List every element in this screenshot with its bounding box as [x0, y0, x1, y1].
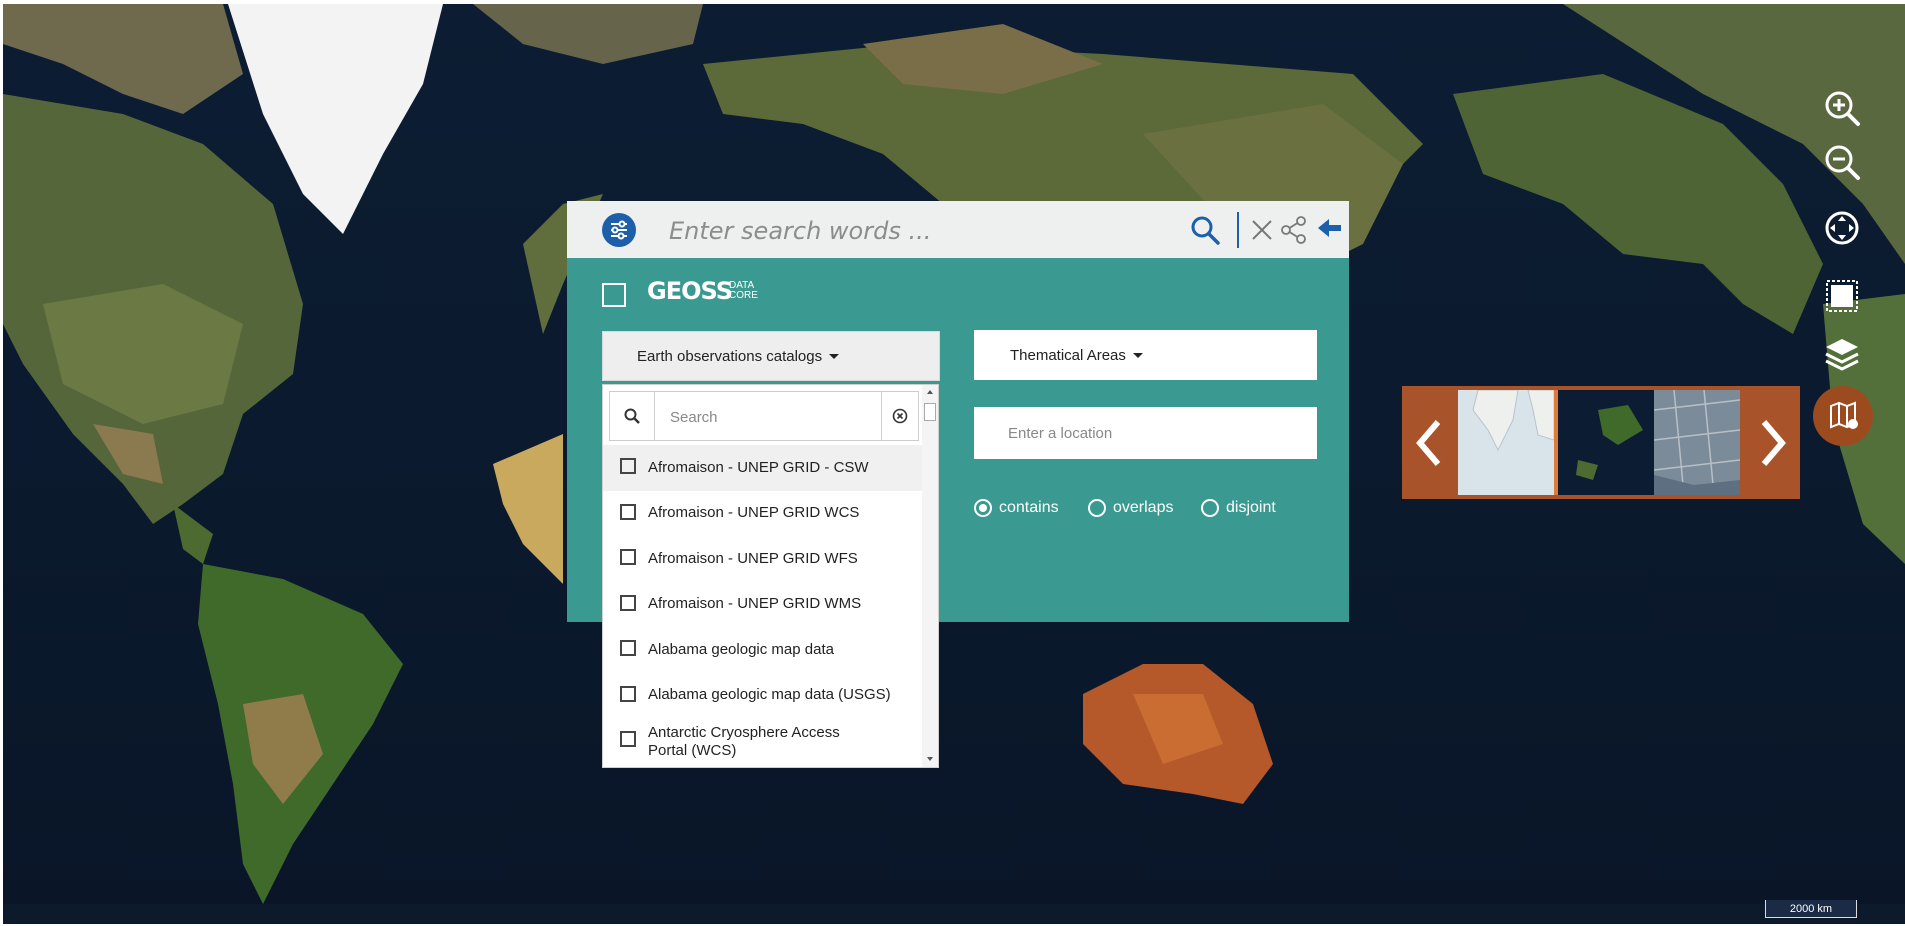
zoom-in-icon[interactable] — [1822, 88, 1862, 128]
layers-icon[interactable] — [1822, 334, 1862, 374]
chevron-right-icon[interactable] — [1748, 408, 1796, 478]
radio-disjoint[interactable]: disjoint — [1201, 499, 1276, 517]
radio-circle — [1088, 499, 1106, 517]
chevron-left-icon[interactable] — [1406, 408, 1454, 478]
geoss-logo-sub: DATA CORE — [729, 281, 758, 301]
location-input[interactable] — [974, 407, 1317, 459]
list-item-label: Afromaison - UNEP GRID WMS — [648, 595, 862, 613]
clear-search-button[interactable] — [881, 392, 918, 440]
search-icon — [610, 392, 655, 440]
list-item[interactable]: Afromaison - UNEP GRID WCS — [603, 491, 922, 537]
checkbox[interactable] — [620, 594, 636, 611]
search-icon[interactable] — [1189, 214, 1221, 246]
checkbox[interactable] — [620, 458, 636, 474]
list-item-label: Afromaison - UNEP GRID WFS — [648, 549, 858, 567]
back-arrow-icon[interactable] — [1315, 214, 1343, 246]
thematical-areas-dropdown-button[interactable]: Thematical Areas — [974, 330, 1317, 380]
catalogs-dropdown-button[interactable]: Earth observations catalogs — [602, 331, 940, 381]
radio-contains[interactable]: contains — [974, 499, 1059, 517]
list-item[interactable]: Afromaison - UNEP GRID - CSW — [603, 445, 922, 491]
list-item-label: Afromaison - UNEP GRID - CSW — [648, 458, 869, 476]
filter-icon — [611, 220, 627, 240]
scroll-down-icon[interactable] — [922, 753, 938, 765]
geoss-logo-sub-2: CORE — [729, 290, 758, 301]
scale-bar: 2000 km — [1765, 900, 1857, 918]
basemap-icon — [1830, 401, 1858, 429]
scrollbar-thumb[interactable] — [924, 403, 936, 421]
checkbox[interactable] — [620, 549, 636, 565]
separator — [1237, 212, 1239, 248]
basemap-carousel — [1402, 386, 1800, 499]
checkbox[interactable] — [620, 731, 636, 747]
search-input[interactable] — [667, 211, 1141, 251]
zoom-out-icon[interactable] — [1822, 142, 1862, 182]
geoss-logo: GEOSS DATA CORE — [647, 277, 758, 307]
caret-down-icon — [1132, 352, 1143, 358]
filter-button[interactable] — [602, 213, 636, 247]
catalog-list: Afromaison - UNEP GRID - CSW Afromaison … — [603, 445, 922, 764]
catalog-search-box — [609, 391, 919, 441]
basemap-thumbnail-streets[interactable] — [1654, 390, 1740, 495]
list-item[interactable]: Alabama geologic map data (USGS) — [603, 673, 922, 719]
checkbox[interactable] — [620, 640, 636, 656]
list-item-label: Afromaison - UNEP GRID WCS — [648, 504, 860, 522]
scroll-up-icon[interactable] — [922, 386, 938, 398]
radio-circle — [1201, 499, 1219, 517]
basemap-thumbnail-light[interactable] — [1458, 390, 1554, 495]
pan-icon[interactable] — [1822, 208, 1862, 248]
list-item[interactable]: Alabama geologic map data — [603, 627, 922, 673]
list-item-label: Alabama geologic map data (USGS) — [648, 686, 891, 704]
catalogs-dropdown-label: Earth observations catalogs — [637, 347, 823, 365]
checkbox[interactable] — [620, 685, 636, 702]
search-bar — [567, 201, 1349, 258]
list-item[interactable]: Antarctic Cryosphere Access Portal (WCS) — [603, 718, 922, 764]
scale-label: 2000 km — [1789, 903, 1833, 915]
catalogs-dropdown-menu: Afromaison - UNEP GRID - CSW Afromaison … — [602, 384, 939, 768]
list-item[interactable]: Afromaison - UNEP GRID WFS — [603, 536, 922, 582]
radio-overlaps[interactable]: overlaps — [1088, 499, 1173, 517]
basemap-button[interactable] — [1813, 386, 1873, 446]
radio-label: overlaps — [1113, 499, 1174, 516]
geoss-data-core-checkbox[interactable] — [602, 283, 626, 307]
radio-label: contains — [999, 499, 1059, 516]
catalog-search-input[interactable] — [668, 404, 872, 430]
close-icon[interactable] — [1249, 214, 1275, 246]
list-item[interactable]: Afromaison - UNEP GRID WMS — [603, 582, 922, 628]
caret-down-icon — [829, 353, 840, 359]
radio-circle-selected — [974, 499, 992, 517]
clear-icon — [892, 408, 908, 424]
geoss-logo-text: GEOSS — [647, 277, 733, 305]
scrollbar[interactable] — [922, 385, 938, 767]
checkbox[interactable] — [620, 503, 636, 520]
radio-label: disjoint — [1226, 499, 1276, 516]
list-item-label: Alabama geologic map data — [648, 640, 834, 658]
share-icon[interactable] — [1280, 214, 1308, 246]
list-item-label: Antarctic Cryosphere Access Portal (WCS) — [648, 724, 840, 759]
select-area-icon[interactable] — [1822, 276, 1862, 316]
thematical-areas-label: Thematical Areas — [1010, 346, 1126, 364]
basemap-thumbnail-satellite[interactable] — [1558, 390, 1654, 495]
